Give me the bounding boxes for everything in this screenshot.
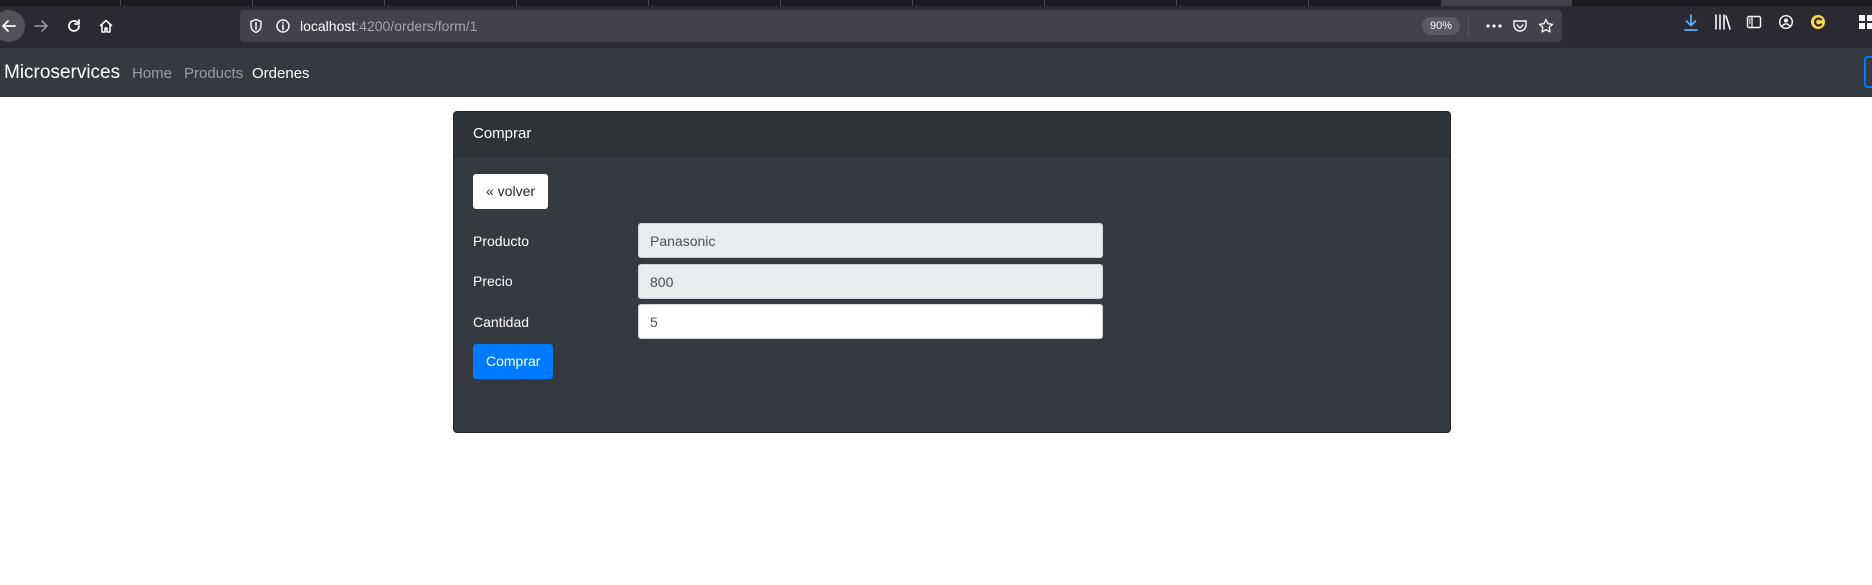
app-navbar: Microservices Home Products Ordenes <box>0 48 1872 97</box>
back-button[interactable] <box>0 10 25 42</box>
url-text[interactable]: localhost:4200/orders/form/1 <box>300 18 477 34</box>
tab-strip <box>0 0 1872 6</box>
pocket-icon[interactable] <box>1512 18 1528 34</box>
nav-link-ordenes[interactable]: Ordenes <box>252 65 310 83</box>
navbar-edge-button[interactable] <box>1864 56 1872 88</box>
precio-label: Precio <box>473 273 513 289</box>
tab-separator <box>120 0 121 6</box>
url-host: localhost <box>300 18 356 34</box>
url-path: :4200/orders/form/1 <box>355 18 478 34</box>
extensions-grid-icon[interactable] <box>1858 14 1872 30</box>
home-button[interactable] <box>90 10 122 42</box>
card-body: « volver Producto Precio Cantidad Compra… <box>454 157 1450 432</box>
tab-separator <box>780 0 781 6</box>
nav-link-home[interactable]: Home <box>132 65 172 83</box>
tab-separator <box>384 0 385 6</box>
forward-button[interactable] <box>25 10 57 42</box>
cantidad-input[interactable] <box>638 304 1103 339</box>
sidebar-icon[interactable] <box>1746 14 1762 30</box>
nav-link-products[interactable]: Products <box>184 65 243 83</box>
tab-separator <box>648 0 649 6</box>
order-form-card: Comprar « volver Producto Precio Cantida… <box>453 111 1451 433</box>
tab-separator <box>912 0 913 6</box>
back-arrow-icon <box>2 20 16 32</box>
producto-input[interactable] <box>638 223 1103 258</box>
cantidad-label: Cantidad <box>473 314 530 330</box>
zoom-badge[interactable]: 90% <box>1422 17 1461 35</box>
precio-input[interactable] <box>638 264 1103 299</box>
reload-button[interactable] <box>58 10 90 42</box>
info-icon[interactable] <box>275 18 291 34</box>
address-bar[interactable]: localhost:4200/orders/form/1 90% <box>240 10 1562 42</box>
back-link-button[interactable]: « volver <box>473 174 549 209</box>
tab-separator <box>1308 0 1309 6</box>
tab-separator <box>516 0 517 6</box>
urlbar-separator <box>1468 16 1469 36</box>
browser-toolbar: localhost:4200/orders/form/1 90% <box>0 0 1872 48</box>
tab-separator <box>1176 0 1177 6</box>
bookmark-star-icon[interactable] <box>1538 18 1554 34</box>
extension-icon[interactable] <box>1810 14 1826 30</box>
navbar-brand[interactable]: Microservices <box>4 61 120 85</box>
account-icon[interactable] <box>1778 14 1794 30</box>
more-actions-icon[interactable] <box>1485 18 1503 34</box>
library-icon[interactable] <box>1714 14 1732 30</box>
tab-separator <box>1044 0 1045 6</box>
producto-label: Producto <box>473 233 530 249</box>
downloads-icon[interactable] <box>1683 14 1699 32</box>
tab-active[interactable] <box>1441 0 1572 6</box>
shield-icon[interactable] <box>248 18 264 34</box>
home-icon <box>99 19 113 33</box>
tab-separator <box>252 0 253 6</box>
reload-icon <box>68 19 80 32</box>
card-header: Comprar <box>454 112 1450 157</box>
comprar-button[interactable]: Comprar <box>473 344 554 379</box>
forward-arrow-icon <box>34 20 48 32</box>
